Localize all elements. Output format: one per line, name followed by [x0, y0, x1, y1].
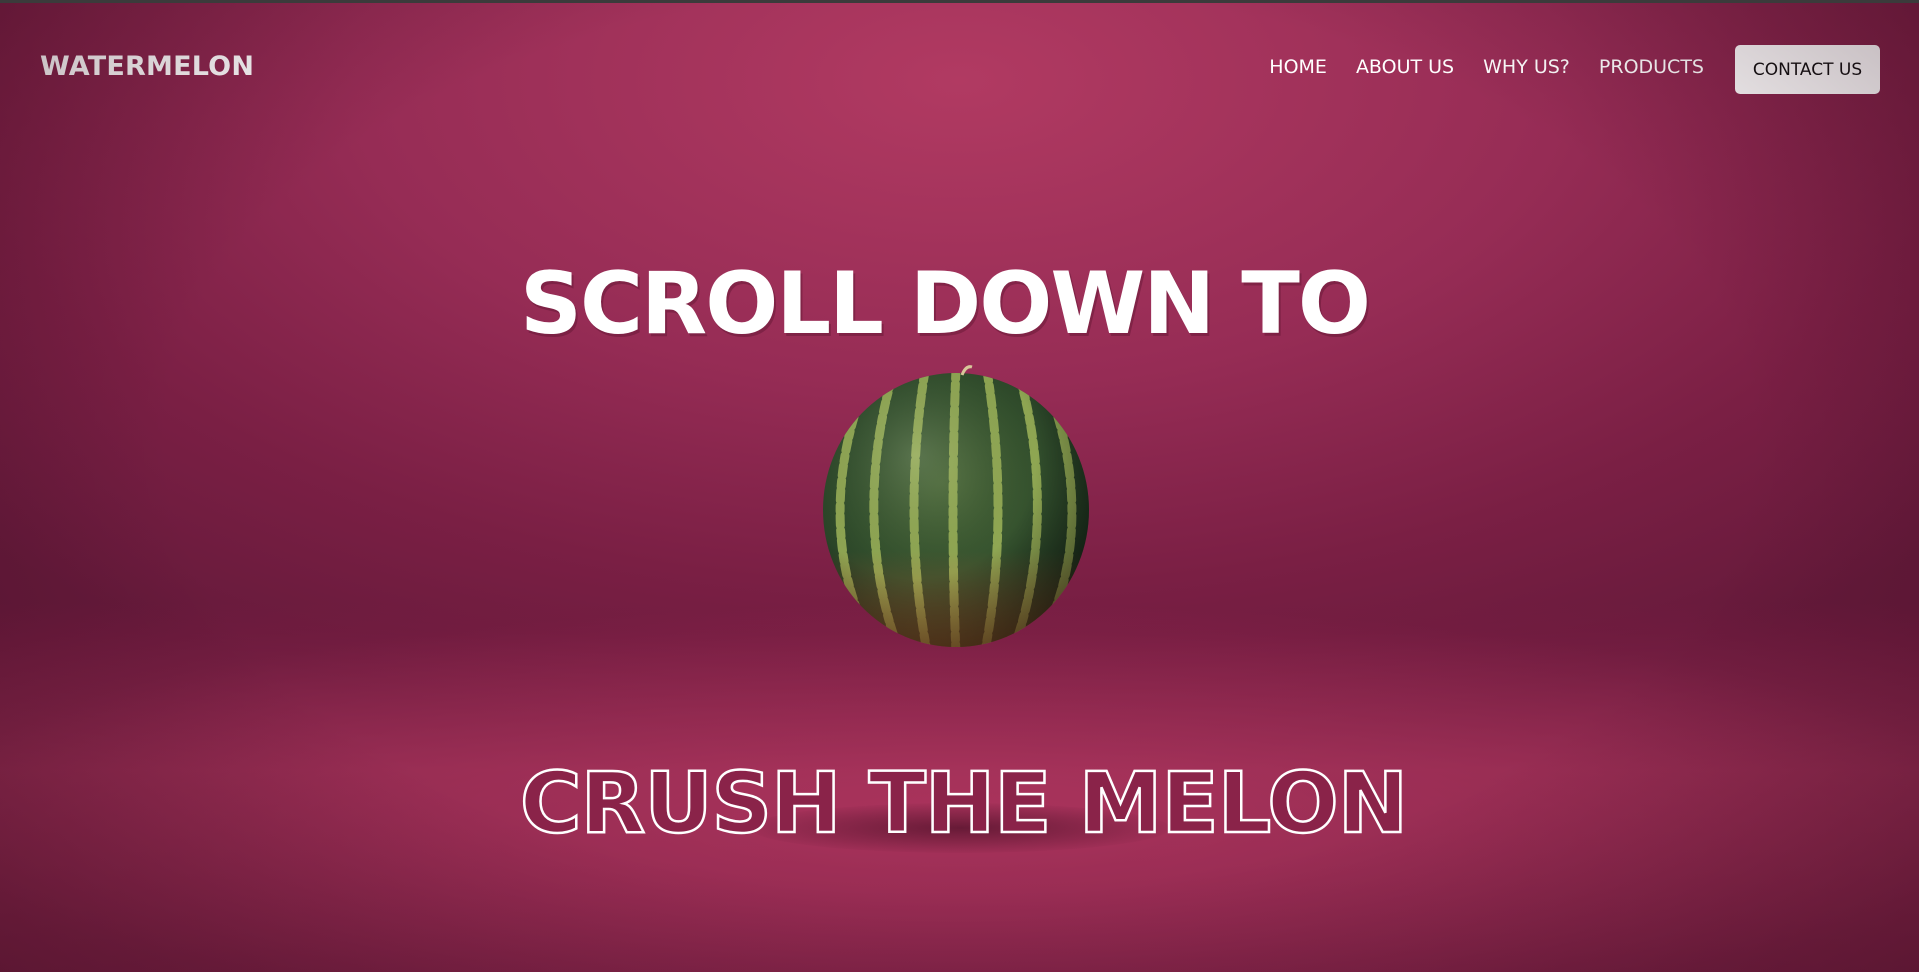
nav-links: HOME ABOUT US WHY US? PRODUCTS	[1269, 56, 1704, 78]
navbar: WATERMELON HOME ABOUT US WHY US? PRODUCT…	[0, 3, 1919, 133]
watermelon-image	[822, 363, 1090, 648]
nav-products[interactable]: PRODUCTS	[1599, 56, 1704, 78]
logo[interactable]: WATERMELON	[40, 51, 254, 82]
hero-headline-bottom: CRUSH THE MELON	[519, 753, 1410, 852]
contact-us-button[interactable]: CONTACT US	[1735, 45, 1880, 94]
hero-headline-top: SCROLL DOWN TO	[520, 253, 1371, 354]
nav-why-us[interactable]: WHY US?	[1483, 56, 1570, 78]
landing-page: WATERMELON HOME ABOUT US WHY US? PRODUCT…	[0, 0, 1919, 972]
nav-home[interactable]: HOME	[1269, 56, 1327, 78]
nav-about-us[interactable]: ABOUT US	[1356, 56, 1454, 78]
